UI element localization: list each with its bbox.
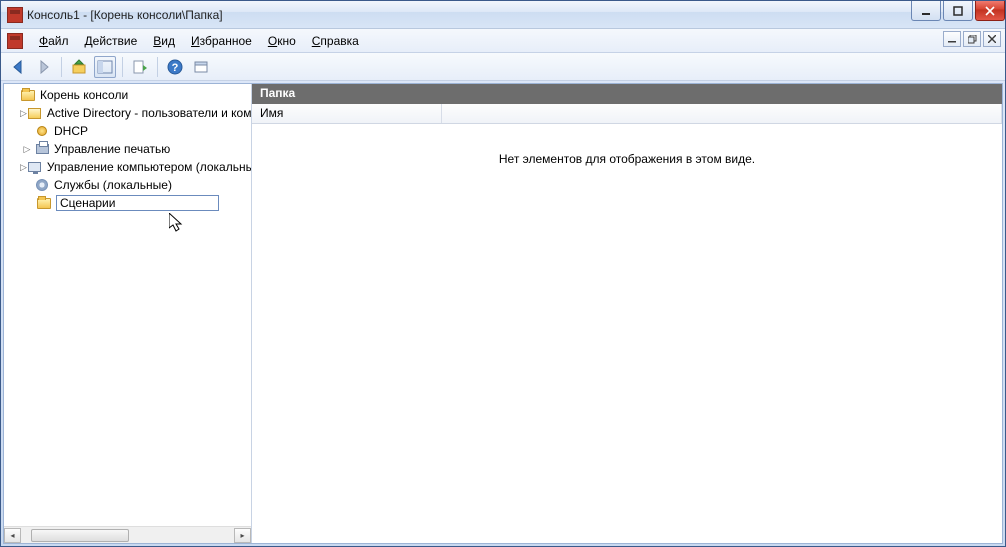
- pane-header: Папка: [252, 84, 1002, 104]
- tree[interactable]: Корень консоли ▷ Active Directory - поль…: [4, 84, 251, 526]
- tree-pane: Корень консоли ▷ Active Directory - поль…: [4, 84, 252, 543]
- window-icon: [193, 59, 209, 75]
- menu-view[interactable]: Вид: [145, 32, 183, 50]
- tree-root-label: Корень консоли: [40, 88, 128, 102]
- menubar: Файл Действие Вид Избранное Окно Справка: [1, 29, 1005, 53]
- mdi-controls: [943, 31, 1001, 47]
- toolbar-separator: [122, 57, 123, 77]
- tree-root[interactable]: Корень консоли: [4, 86, 251, 104]
- computer-icon: [27, 159, 43, 175]
- menu-window[interactable]: Окно: [260, 32, 304, 50]
- window-controls: [909, 1, 1005, 21]
- minimize-button[interactable]: [911, 1, 941, 21]
- tree-item-ad[interactable]: ▷ Active Directory - пользователи и комп…: [4, 104, 251, 122]
- back-button[interactable]: [7, 56, 29, 78]
- tree-pane-icon: [97, 59, 113, 75]
- show-hide-tree-button[interactable]: [94, 56, 116, 78]
- tree-item-computer[interactable]: ▷ Управление компьютером (локальный): [4, 158, 251, 176]
- column-headers: Имя: [252, 104, 1002, 124]
- scroll-left-button[interactable]: ◂: [4, 528, 21, 543]
- toolbar-separator: [157, 57, 158, 77]
- menu-favorites[interactable]: Избранное: [183, 32, 260, 50]
- tree-item-editing[interactable]: [4, 194, 251, 212]
- maximize-icon: [953, 6, 963, 16]
- content-area: Корень консоли ▷ Active Directory - поль…: [3, 83, 1003, 544]
- help-button[interactable]: ?: [164, 56, 186, 78]
- export-list-button[interactable]: [129, 56, 151, 78]
- scroll-track[interactable]: [21, 528, 234, 543]
- tree-item-label: Управление компьютером (локальный): [47, 160, 251, 174]
- empty-message: Нет элементов для отображения в этом вид…: [252, 124, 1002, 194]
- close-icon: [988, 35, 996, 43]
- minimize-icon: [921, 6, 931, 16]
- mdi-restore-button[interactable]: [963, 31, 981, 47]
- horizontal-scrollbar[interactable]: ◂ ▸: [4, 526, 251, 543]
- app-icon: [7, 7, 23, 23]
- up-button[interactable]: [68, 56, 90, 78]
- adusers-icon: [27, 105, 43, 121]
- forward-button[interactable]: [33, 56, 55, 78]
- expander-icon[interactable]: ▷: [20, 162, 27, 173]
- expander-icon[interactable]: ▷: [20, 108, 27, 119]
- minimize-icon: [948, 35, 956, 43]
- tree-item-label: Службы (локальные): [54, 178, 172, 192]
- menu-action[interactable]: Действие: [77, 32, 146, 50]
- tree-item-label: Active Directory - пользователи и компью…: [47, 106, 251, 120]
- close-button[interactable]: [975, 1, 1005, 21]
- folder-icon: [20, 87, 36, 103]
- close-icon: [985, 6, 995, 16]
- mdi-app-icon: [7, 33, 23, 49]
- folder-icon: [36, 195, 52, 211]
- toolbar: ?: [1, 53, 1005, 81]
- printer-icon: [34, 141, 50, 157]
- folder-up-icon: [71, 59, 87, 75]
- expander-icon[interactable]: ▷: [20, 144, 34, 155]
- toolbar-separator: [61, 57, 62, 77]
- restore-icon: [968, 35, 977, 44]
- titlebar: Консоль1 - [Корень консоли\Папка]: [1, 1, 1005, 29]
- forward-arrow-icon: [36, 59, 52, 75]
- tree-item-dhcp[interactable]: DHCP: [4, 122, 251, 140]
- scroll-right-button[interactable]: ▸: [234, 528, 251, 543]
- properties-button[interactable]: [190, 56, 212, 78]
- gear-icon: [34, 177, 50, 193]
- menu-file[interactable]: Файл: [31, 32, 77, 50]
- details-pane: Папка Имя Нет элементов для отображения …: [252, 84, 1002, 543]
- tree-item-label: Управление печатью: [54, 142, 170, 156]
- rename-input[interactable]: [56, 195, 219, 211]
- menu-help[interactable]: Справка: [304, 32, 367, 50]
- mmc-window: Консоль1 - [Корень консоли\Папка] Файл Д…: [0, 0, 1006, 547]
- mdi-close-button[interactable]: [983, 31, 1001, 47]
- svg-text:?: ?: [172, 62, 179, 74]
- tree-item-services[interactable]: Службы (локальные): [4, 176, 251, 194]
- column-name[interactable]: Имя: [252, 104, 442, 123]
- back-arrow-icon: [10, 59, 26, 75]
- tree-item-label: DHCP: [54, 124, 88, 138]
- help-icon: ?: [167, 59, 183, 75]
- maximize-button[interactable]: [943, 1, 973, 21]
- mdi-minimize-button[interactable]: [943, 31, 961, 47]
- export-icon: [132, 59, 148, 75]
- scroll-thumb[interactable]: [31, 529, 129, 542]
- tree-item-print[interactable]: ▷ Управление печатью: [4, 140, 251, 158]
- dhcp-icon: [34, 123, 50, 139]
- window-title: Консоль1 - [Корень консоли\Папка]: [27, 8, 223, 22]
- column-spacer: [442, 104, 1002, 123]
